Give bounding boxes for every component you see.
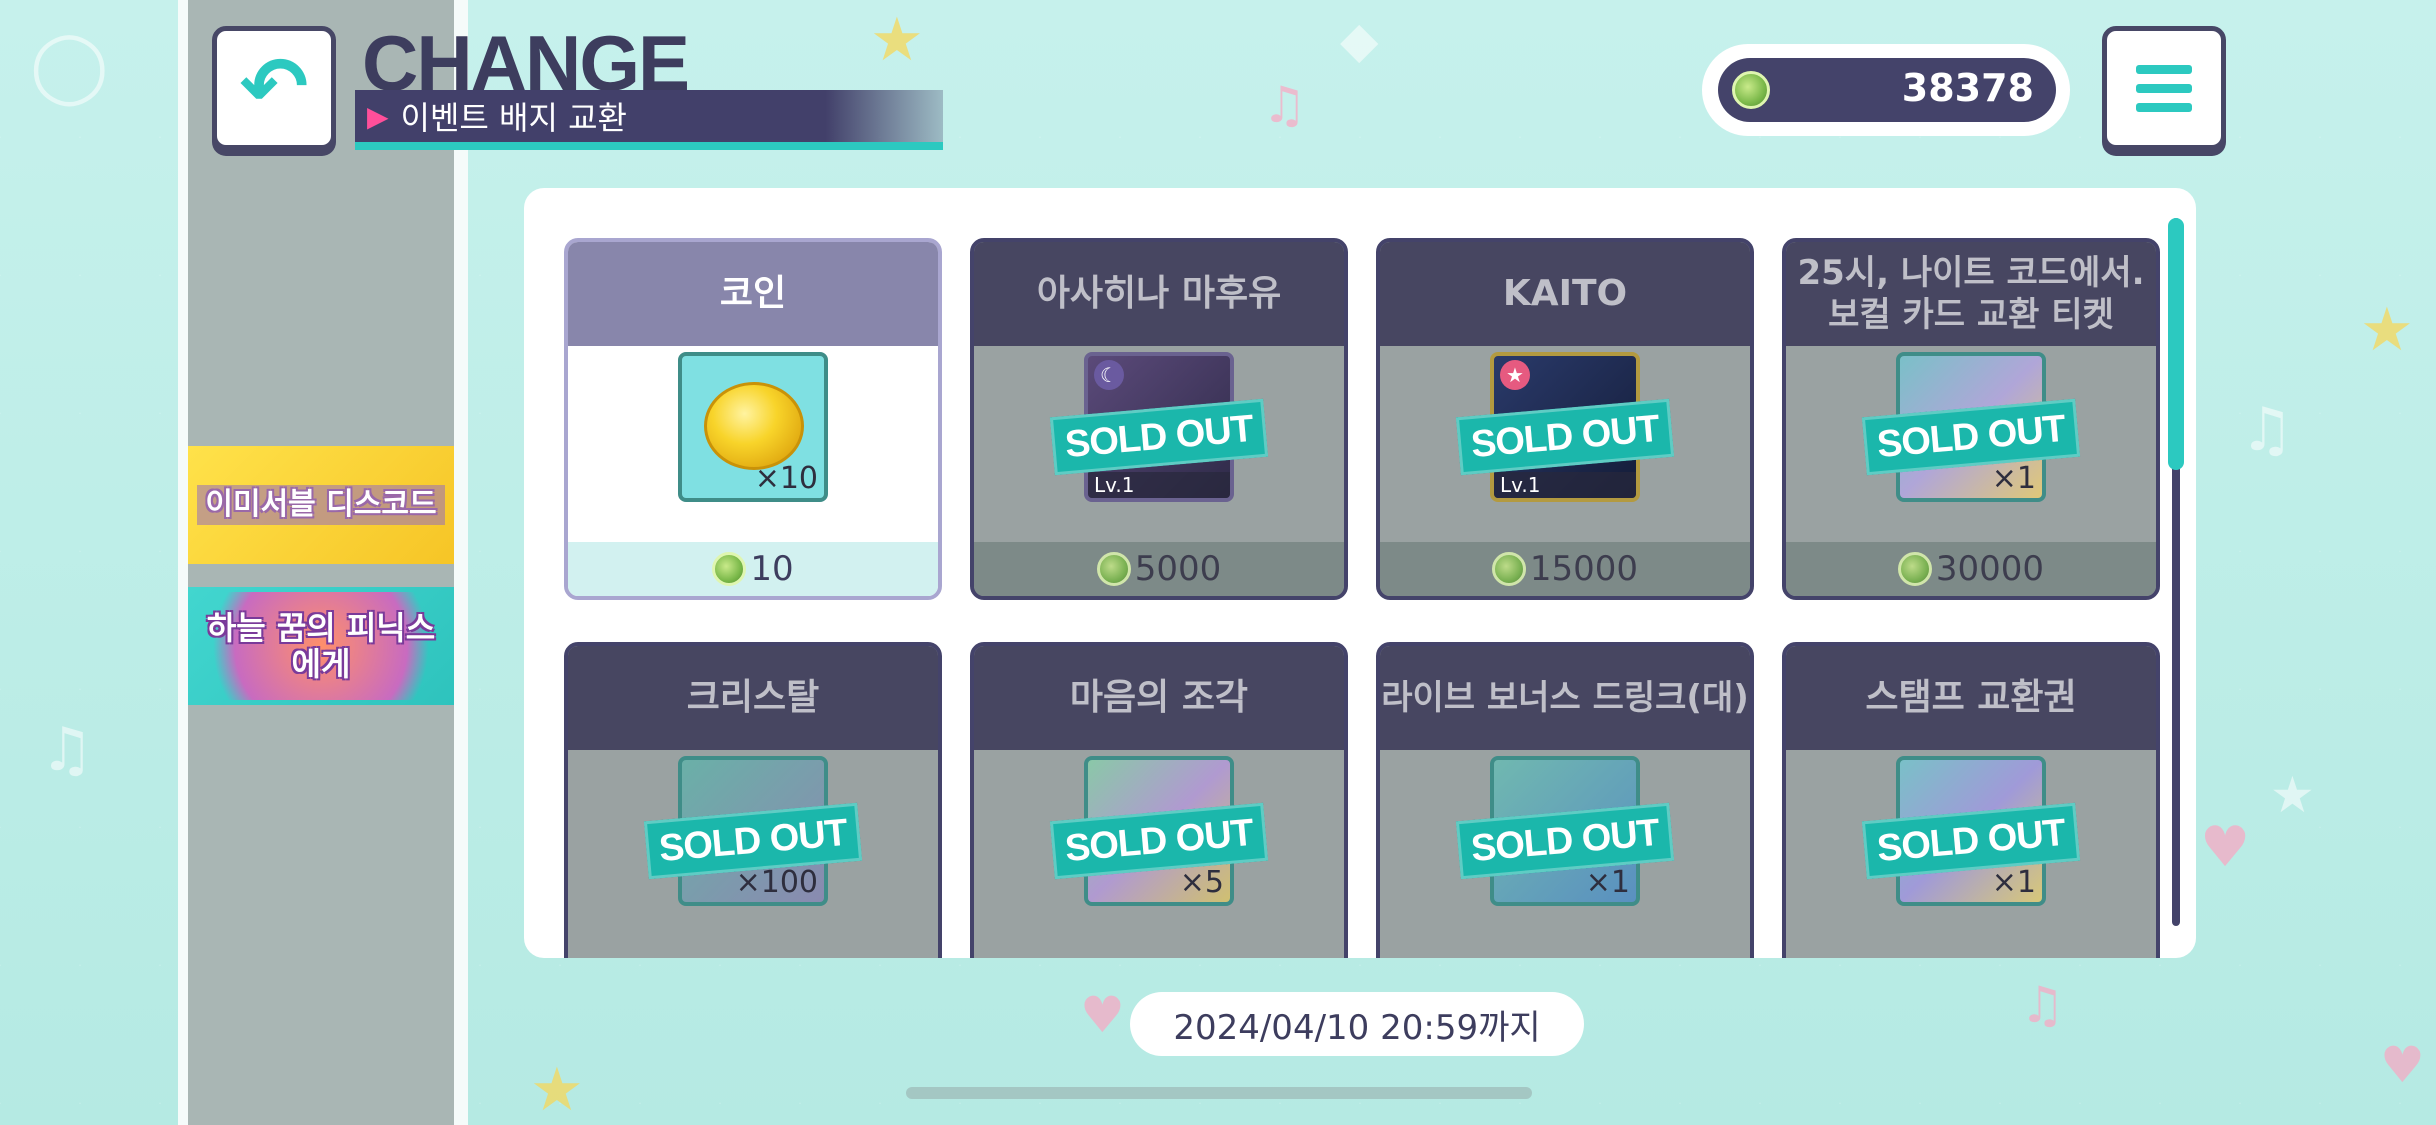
banner-label: 하늘 꿈의 피닉스에게 xyxy=(206,609,436,683)
currency-pill: 38378 xyxy=(1718,58,2056,122)
item-price: 15000 xyxy=(1380,542,1750,596)
back-arrow-icon: ↶ xyxy=(239,40,309,135)
item-body: ×10 xyxy=(568,346,938,542)
item-quantity: ×5 xyxy=(1179,865,1224,900)
sidebar-banner-event-2[interactable]: 하늘 꿈의 피닉스에게 xyxy=(188,587,454,705)
currency-display: 38378 xyxy=(1702,44,2070,136)
item-name: 라이브 보너스 드링크(대) xyxy=(1380,646,1750,750)
moon-attribute-icon: ☾ xyxy=(1094,360,1124,390)
star-icon: ★ xyxy=(2360,295,2414,365)
item-body: ×1 SOLD OUT xyxy=(1786,750,2156,946)
exchange-item-card[interactable]: 아사히나 마후유 ☾ Lv.1 SOLD OUT 5000 xyxy=(970,238,1348,600)
music-note-icon: ♫ xyxy=(2020,976,2065,1034)
headphones-icon: ♫ xyxy=(2240,395,2294,465)
item-price: 30000 xyxy=(1786,542,2156,596)
menu-bar xyxy=(2136,83,2192,93)
sold-out-badge: SOLD OUT xyxy=(1049,398,1269,476)
scrollbar-thumb[interactable] xyxy=(2168,218,2184,470)
event-badge-icon xyxy=(1897,552,1932,586)
exchange-item-card[interactable]: 코인 ×10 10 xyxy=(564,238,942,600)
star-icon: ★ xyxy=(870,5,924,75)
star-icon: ★ xyxy=(530,1055,584,1125)
item-price: 5000 xyxy=(974,542,1344,596)
back-button[interactable]: ↶ xyxy=(212,26,336,150)
exchange-item-card[interactable]: KAITO ★ Lv.1 SOLD OUT 15000 xyxy=(1376,238,1754,600)
item-quantity: ×1 xyxy=(1991,865,2036,900)
item-body: ×1 SOLD OUT xyxy=(1380,750,1750,946)
item-quantity: ×1 xyxy=(1585,865,1630,900)
item-name: 스탬프 교환권 xyxy=(1786,646,2156,750)
item-body: ☾ Lv.1 SOLD OUT xyxy=(974,346,1344,542)
exchange-item-card[interactable]: 스탬프 교환권 ×1 SOLD OUT xyxy=(1782,642,2160,958)
exchange-item-card[interactable]: 크리스탈 ×100 SOLD OUT xyxy=(564,642,942,958)
star-attribute-icon: ★ xyxy=(1500,360,1530,390)
item-quantity: ×1 xyxy=(1991,461,2036,496)
triangle-icon: ▶ xyxy=(367,99,389,133)
banner-label: 이미서블 디스코드 xyxy=(197,485,445,525)
item-name: KAITO xyxy=(1380,242,1750,346)
item-name: 25시, 나이트 코드에서. 보컬 카드 교환 티켓 xyxy=(1786,242,2156,346)
coin-image xyxy=(704,382,804,470)
item-quantity: ×10 xyxy=(754,461,818,496)
item-body: ★ Lv.1 SOLD OUT xyxy=(1380,346,1750,542)
item-price: 10 xyxy=(568,542,938,596)
sold-out-badge: SOLD OUT xyxy=(1455,398,1675,476)
sidebar-banner-event-1[interactable]: 이미서블 디스코드 xyxy=(188,446,454,564)
item-body: ×5 SOLD OUT xyxy=(974,750,1344,946)
card-level: Lv.1 xyxy=(1088,472,1230,498)
music-note-icon: ♫ xyxy=(1262,76,1307,134)
price-value: 15000 xyxy=(1529,549,1639,589)
event-badge-icon xyxy=(712,552,747,586)
home-indicator[interactable] xyxy=(906,1087,1532,1099)
event-badge-icon xyxy=(1732,71,1770,109)
subtitle-text: 이벤트 배지 교환 xyxy=(400,99,627,137)
menu-button[interactable] xyxy=(2102,26,2226,150)
event-badge-icon xyxy=(1096,552,1131,586)
page-subtitle: ▶ 이벤트 배지 교환 xyxy=(355,90,943,150)
sold-out-badge: SOLD OUT xyxy=(1861,802,2081,880)
heart-icon: ♥ xyxy=(2200,815,2251,880)
exchange-deadline: 2024/04/10 20:59까지 xyxy=(1130,992,1584,1056)
headphones-icon: ♫ xyxy=(40,715,94,785)
event-badge-icon xyxy=(1491,552,1526,586)
item-name: 아사히나 마후유 xyxy=(974,242,1344,346)
currency-amount: 38378 xyxy=(1901,66,2034,110)
record-icon: ◯ xyxy=(30,24,109,106)
hamburger-menu-icon xyxy=(2136,64,2192,74)
price-value: 5000 xyxy=(1134,549,1222,589)
diamond-icon: ◆ xyxy=(1340,11,1379,69)
sold-out-badge: SOLD OUT xyxy=(1861,398,2081,476)
card-level: Lv.1 xyxy=(1494,472,1636,498)
sold-out-badge: SOLD OUT xyxy=(643,802,863,880)
sold-out-badge: SOLD OUT xyxy=(1049,802,1269,880)
item-name: 코인 xyxy=(568,242,938,346)
exchange-panel[interactable]: 코인 ×10 10 아사히나 마후유 ☾ Lv.1 SOLD OUT 5000 … xyxy=(524,188,2196,958)
exchange-item-card[interactable]: 라이브 보너스 드링크(대) ×1 SOLD OUT xyxy=(1376,642,1754,958)
exchange-item-card[interactable]: 25시, 나이트 코드에서. 보컬 카드 교환 티켓 ×1 SOLD OUT 3… xyxy=(1782,238,2160,600)
item-name: 마음의 조각 xyxy=(974,646,1344,750)
heart-icon: ♥ xyxy=(2380,1036,2425,1094)
heart-icon: ♥ xyxy=(1080,986,1125,1044)
item-body: ×1 SOLD OUT xyxy=(1786,346,2156,542)
coin-icon: ×10 xyxy=(678,352,828,502)
sold-out-badge: SOLD OUT xyxy=(1455,802,1675,880)
price-value: 10 xyxy=(750,549,794,589)
price-value: 30000 xyxy=(1935,549,2045,589)
star-icon: ★ xyxy=(2270,766,2315,824)
item-name: 크리스탈 xyxy=(568,646,938,750)
menu-bar xyxy=(2136,102,2192,112)
item-body: ×100 SOLD OUT xyxy=(568,750,938,946)
exchange-item-card[interactable]: 마음의 조각 ×5 SOLD OUT xyxy=(970,642,1348,958)
